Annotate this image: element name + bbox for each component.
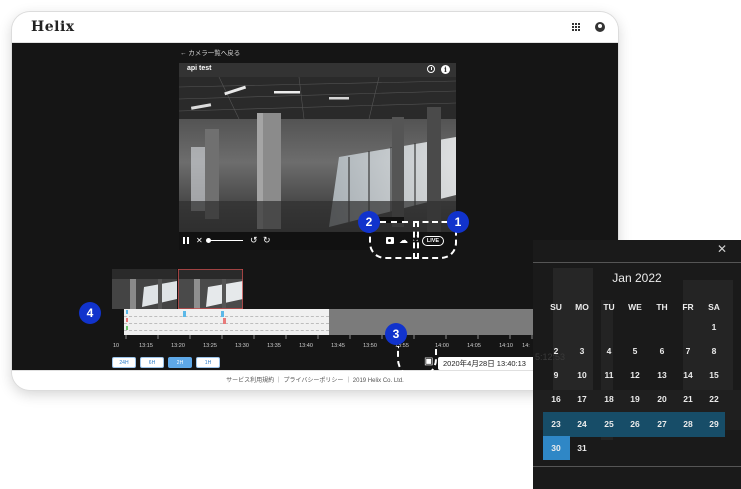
tick-label: 10: [112, 343, 120, 349]
calendar-day[interactable]: 25: [596, 413, 622, 435]
range-2h-button[interactable]: 2H: [168, 357, 192, 368]
range-6h-button[interactable]: 6H: [140, 357, 164, 368]
tick-label: 13:35: [267, 343, 281, 349]
timeline-row: [124, 316, 329, 317]
tick-label: 13:20: [171, 343, 185, 349]
info-icon[interactable]: i: [441, 65, 450, 74]
volume-handle[interactable]: [206, 238, 211, 243]
calendar-day[interactable]: 10: [569, 364, 595, 386]
pause-icon[interactable]: [183, 237, 189, 244]
calendar-day[interactable]: 12: [622, 364, 648, 386]
timeline-row: [124, 330, 329, 331]
datetime-display[interactable]: 2020年4月28日 13:40:13: [438, 357, 535, 370]
calendar-day[interactable]: 23: [543, 413, 569, 435]
calendar-day[interactable]: 28: [675, 413, 701, 435]
timeline-future-area: [329, 309, 534, 335]
weekday-label: SU: [550, 302, 562, 312]
calendar-day[interactable]: 1: [701, 316, 727, 338]
back-to-camera-list-link[interactable]: ← カメラ一覧へ戻る: [180, 47, 240, 57]
footer: サービス利用規約 ｜ プライバシーポリシー ｜ 2019 Helix Co. L…: [12, 370, 618, 390]
tick-label: 13:30: [235, 343, 249, 349]
tick-label: 13:45: [331, 343, 345, 349]
app-header: Helix: [12, 12, 618, 43]
calendar-day[interactable]: 20: [649, 388, 675, 410]
motion-event-marker[interactable]: [221, 311, 224, 317]
calendar-day[interactable]: 21: [675, 388, 701, 410]
calendar-popup: ✕ Jan 2022 5:12:53 SU MO TU WE TH FR SA …: [533, 240, 741, 489]
tick-label: 14:05: [467, 343, 481, 349]
close-icon[interactable]: ✕: [717, 242, 727, 256]
calendar-day[interactable]: 7: [675, 340, 701, 362]
tablet-frame: Helix サービス利用規約 ｜ プライバシーポリシー ｜ 2019 Helix…: [12, 12, 618, 390]
calendar-day[interactable]: 8: [701, 340, 727, 362]
calendar-day[interactable]: 4: [596, 340, 622, 362]
footer-copyright: 2019 Helix Co. Ltd.: [352, 378, 404, 384]
callout-1: 1: [447, 211, 469, 233]
callout-3: 3: [385, 323, 407, 345]
tick-label: 13:15: [139, 343, 153, 349]
motion-event-marker[interactable]: [183, 311, 186, 317]
legend-motion: [126, 310, 128, 314]
calendar-day[interactable]: 22: [701, 388, 727, 410]
footer-divider: ｜: [345, 378, 352, 384]
calendar-day[interactable]: 5: [622, 340, 648, 362]
user-icon[interactable]: [595, 22, 605, 32]
legend-event: [126, 326, 128, 330]
calendar-day[interactable]: 13: [649, 364, 675, 386]
clock-icon[interactable]: [427, 65, 435, 73]
recording-timeline[interactable]: [124, 309, 534, 335]
weekday-label: WE: [628, 302, 642, 312]
calendar-day[interactable]: 17: [569, 388, 595, 410]
calendar-day[interactable]: 2: [543, 340, 569, 362]
calendar-day-selected[interactable]: 30: [543, 437, 569, 459]
alert-event-marker[interactable]: [223, 318, 226, 324]
calendar-day[interactable]: 19: [622, 388, 648, 410]
calendar-day[interactable]: 27: [649, 413, 675, 435]
calendar-day[interactable]: 16: [543, 388, 569, 410]
tick-label: 13:25: [203, 343, 217, 349]
recording-thumbnail[interactable]: [112, 269, 177, 309]
callout-4: 4: [79, 302, 101, 324]
timeline-row: [124, 323, 329, 324]
weekday-label: TH: [656, 302, 668, 312]
calendar-day[interactable]: 31: [569, 437, 595, 459]
weekday-label: TU: [603, 302, 615, 312]
legend-alert: [126, 318, 128, 322]
camera-title: api test: [187, 65, 212, 72]
footer-terms-link[interactable]: サービス利用規約: [226, 378, 274, 384]
weekday-label: MO: [575, 302, 589, 312]
recording-thumbnail[interactable]: [178, 269, 243, 309]
volume-slider[interactable]: [207, 240, 243, 241]
calendar-month-label: Jan 2022: [612, 271, 662, 285]
forward-icon[interactable]: ↻: [263, 236, 271, 245]
footer-divider: ｜: [275, 378, 282, 384]
calendar-day[interactable]: 29: [701, 413, 727, 435]
calendar-day[interactable]: 6: [649, 340, 675, 362]
calendar-day[interactable]: 18: [596, 388, 622, 410]
grid-icon[interactable]: [572, 23, 581, 32]
divider: [533, 466, 741, 467]
range-1h-button[interactable]: 1H: [196, 357, 220, 368]
tick-label: 13:40: [299, 343, 313, 349]
calendar-day[interactable]: 3: [569, 340, 595, 362]
calendar-day[interactable]: 11: [596, 364, 622, 386]
callout-2: 2: [358, 211, 380, 233]
weekday-label: FR: [682, 302, 694, 312]
divider: [533, 262, 741, 263]
calendar-day[interactable]: 15: [701, 364, 727, 386]
camera-header: api test i: [179, 63, 456, 77]
mute-icon[interactable]: ✕: [196, 236, 205, 245]
weekday-label: SA: [708, 302, 720, 312]
helix-logo[interactable]: Helix: [31, 19, 75, 35]
tick-label: 13:50: [363, 343, 377, 349]
calendar-day[interactable]: 26: [622, 413, 648, 435]
calendar-day[interactable]: 9: [543, 364, 569, 386]
rewind-icon[interactable]: ↺: [250, 236, 258, 245]
camera-video[interactable]: [179, 77, 456, 232]
timeline-ticks: [125, 335, 533, 339]
calendar-day[interactable]: 14: [675, 364, 701, 386]
range-24h-button[interactable]: 24H: [112, 357, 136, 368]
calendar-day[interactable]: 24: [569, 413, 595, 435]
footer-privacy-link[interactable]: プライバシーポリシー: [284, 378, 344, 384]
